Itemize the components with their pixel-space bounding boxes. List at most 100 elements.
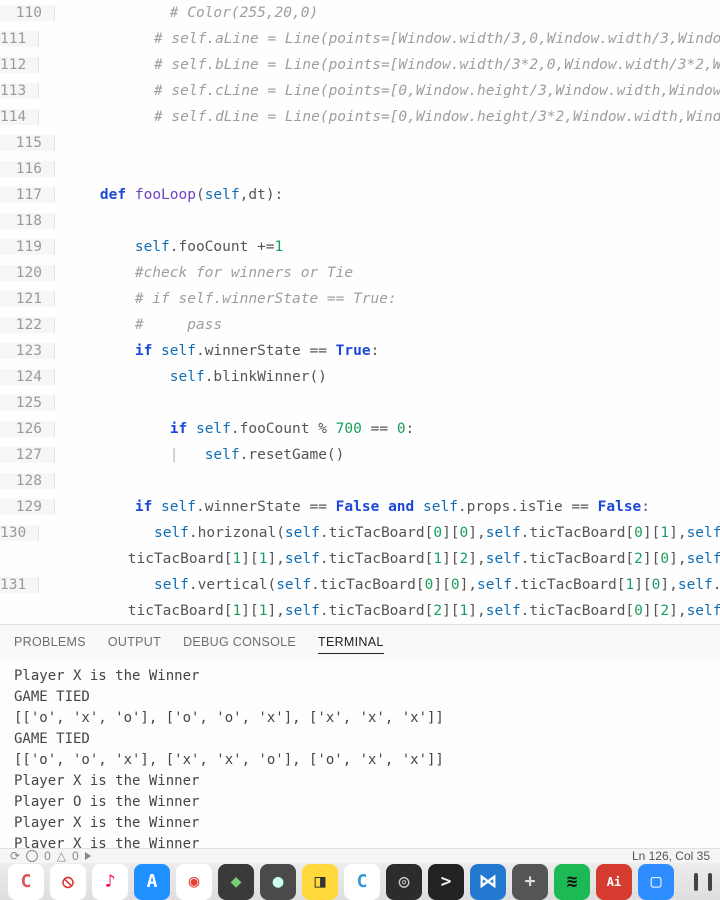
code-line[interactable]: 126 if self.fooCount % 700 == 0: <box>0 416 720 442</box>
errors-icon[interactable] <box>26 850 38 862</box>
code-content[interactable]: # Color(255,20,0) <box>55 5 318 21</box>
line-number: 127 <box>0 447 55 463</box>
status-bar: ⟳ 0 △ 0 Ln 126, Col 35 <box>0 848 720 863</box>
code-line[interactable]: ticTacBoard[1][1],self.ticTacBoard[1][2]… <box>0 546 720 572</box>
code-line[interactable]: 121 # if self.winnerState == True: <box>0 286 720 312</box>
panel-tab-problems[interactable]: PROBLEMS <box>14 631 86 654</box>
shield-icon[interactable]: ◆ <box>218 864 254 900</box>
code-content[interactable]: # self.bLine = Line(points=[Window.width… <box>39 57 720 73</box>
code-line[interactable]: 113 # self.cLine = Line(points=[0,Window… <box>0 78 720 104</box>
code-line[interactable]: 116 <box>0 156 720 182</box>
logo-icon[interactable]: C <box>8 864 44 900</box>
code-content[interactable]: self.vertical(self.ticTacBoard[0][0],sel… <box>39 577 720 593</box>
code-line[interactable]: 124 self.blinkWinner() <box>0 364 720 390</box>
line-number: 128 <box>0 473 55 489</box>
warning-icon[interactable]: △ <box>57 849 66 863</box>
line-number: 125 <box>0 395 55 411</box>
line-number: 129 <box>0 499 55 515</box>
code-content[interactable]: if self.winnerState == True: <box>55 343 379 359</box>
status-left[interactable]: ⟳ 0 △ 0 <box>10 849 91 863</box>
panel-tab-debug-console[interactable]: DEBUG CONSOLE <box>183 631 296 654</box>
code-content[interactable]: self.blinkWinner() <box>55 369 327 385</box>
code-line[interactable]: 111 # self.aLine = Line(points=[Window.w… <box>0 26 720 52</box>
box-icon[interactable]: ◨ <box>302 864 338 900</box>
code-line[interactable]: 129 if self.winnerState == False and sel… <box>0 494 720 520</box>
code-content[interactable]: # if self.winnerState == True: <box>55 291 397 307</box>
run-icon[interactable] <box>85 852 91 860</box>
terminal-line: Player X is the Winner <box>14 813 706 834</box>
panel-tab-terminal[interactable]: TERMINAL <box>318 631 384 654</box>
line-number: 120 <box>0 265 55 281</box>
code-content[interactable]: def fooLoop(self,dt): <box>55 187 283 203</box>
globe-icon[interactable]: ● <box>260 864 296 900</box>
line-number: 112 <box>0 57 39 73</box>
code-line[interactable]: 115 <box>0 130 720 156</box>
plus-icon[interactable]: + <box>512 864 548 900</box>
code-content[interactable]: # self.aLine = Line(points=[Window.width… <box>39 31 720 47</box>
sync-icon[interactable]: ⟳ <box>10 849 20 863</box>
terminal-line: Player X is the Winner <box>14 834 706 848</box>
macos-dock: C⦸♪A◉◆●◨C◎>⋈+≋Ai▢ <box>0 863 720 900</box>
code-editor[interactable]: 110 # Color(255,20,0)111 # self.aLine = … <box>0 0 720 624</box>
code-line[interactable]: 125 <box>0 390 720 416</box>
code-content[interactable]: ticTacBoard[1][1],self.ticTacBoard[1][2]… <box>13 551 720 567</box>
code-line[interactable]: 110 # Color(255,20,0) <box>0 0 720 26</box>
code-line[interactable]: 127 | self.resetGame() <box>0 442 720 468</box>
code-content[interactable]: # self.cLine = Line(points=[0,Window.hei… <box>39 83 720 99</box>
dock-widget <box>708 873 712 891</box>
code-line[interactable]: 130 self.horizonal(self.ticTacBoard[0][0… <box>0 520 720 546</box>
line-number: 124 <box>0 369 55 385</box>
code-line[interactable]: 114 # self.dLine = Line(points=[0,Window… <box>0 104 720 130</box>
line-number: 131 <box>0 577 39 593</box>
code-line[interactable]: 112 # self.bLine = Line(points=[Window.w… <box>0 52 720 78</box>
code-content[interactable]: self.horizonal(self.ticTacBoard[0][0],se… <box>39 525 720 541</box>
line-number: 116 <box>0 161 55 177</box>
code-line[interactable]: ticTacBoard[1][1],self.ticTacBoard[2][1]… <box>0 598 720 624</box>
cursor-position[interactable]: Ln 126, Col 35 <box>632 849 710 863</box>
warning-count: 0 <box>72 849 79 863</box>
obs-icon[interactable]: ◎ <box>386 864 422 900</box>
line-number: 111 <box>0 31 39 47</box>
panel-tabs: PROBLEMS OUTPUT DEBUG CONSOLE TERMINAL <box>0 624 720 660</box>
terminal-line: [['o', 'o', 'x'], ['x', 'x', 'o'], ['o',… <box>14 750 706 771</box>
vscode-icon[interactable]: ⋈ <box>470 864 506 900</box>
blocked-icon[interactable]: ⦸ <box>50 864 86 900</box>
code-line[interactable]: 119 self.fooCount +=1 <box>0 234 720 260</box>
adobe-icon[interactable]: Ai <box>596 864 632 900</box>
panel-tab-output[interactable]: OUTPUT <box>108 631 161 654</box>
zoom-icon[interactable]: ▢ <box>638 864 674 900</box>
c-icon[interactable]: C <box>344 864 380 900</box>
code-content[interactable]: # pass <box>55 317 222 333</box>
line-number: 110 <box>0 5 55 21</box>
chrome-icon[interactable]: ◉ <box>176 864 212 900</box>
spotify-icon[interactable]: ≋ <box>554 864 590 900</box>
code-content[interactable]: if self.fooCount % 700 == 0: <box>55 421 414 437</box>
terminal-line: [['o', 'x', 'o'], ['o', 'o', 'x'], ['x',… <box>14 708 706 729</box>
line-number: 119 <box>0 239 55 255</box>
code-content[interactable]: | self.resetGame() <box>55 447 344 463</box>
code-content[interactable]: # self.dLine = Line(points=[0,Window.hei… <box>39 109 720 125</box>
music-icon[interactable]: ♪ <box>92 864 128 900</box>
code-line[interactable]: 117 def fooLoop(self,dt): <box>0 182 720 208</box>
terminal-panel[interactable]: Player X is the WinnerGAME TIED[['o', 'x… <box>0 660 720 848</box>
code-line[interactable]: 120 #check for winners or Tie <box>0 260 720 286</box>
code-line[interactable]: 118 <box>0 208 720 234</box>
code-line[interactable]: 128 <box>0 468 720 494</box>
error-count: 0 <box>44 849 51 863</box>
appstore-icon[interactable]: A <box>134 864 170 900</box>
line-number: 114 <box>0 109 39 125</box>
line-number: 117 <box>0 187 55 203</box>
terminal-line: GAME TIED <box>14 729 706 750</box>
terminal-line: Player X is the Winner <box>14 666 706 687</box>
code-line[interactable]: 123 if self.winnerState == True: <box>0 338 720 364</box>
code-content[interactable]: ticTacBoard[1][1],self.ticTacBoard[2][1]… <box>13 603 720 619</box>
code-content[interactable]: if self.winnerState == False and self.pr… <box>55 499 650 515</box>
line-number: 130 <box>0 525 39 541</box>
code-content[interactable]: #check for winners or Tie <box>55 265 353 281</box>
terminal-line: GAME TIED <box>14 687 706 708</box>
vscode-window: 110 # Color(255,20,0)111 # self.aLine = … <box>0 0 720 900</box>
code-line[interactable]: 122 # pass <box>0 312 720 338</box>
code-content[interactable]: self.fooCount +=1 <box>55 239 283 255</box>
code-line[interactable]: 131 self.vertical(self.ticTacBoard[0][0]… <box>0 572 720 598</box>
terminal-icon[interactable]: > <box>428 864 464 900</box>
